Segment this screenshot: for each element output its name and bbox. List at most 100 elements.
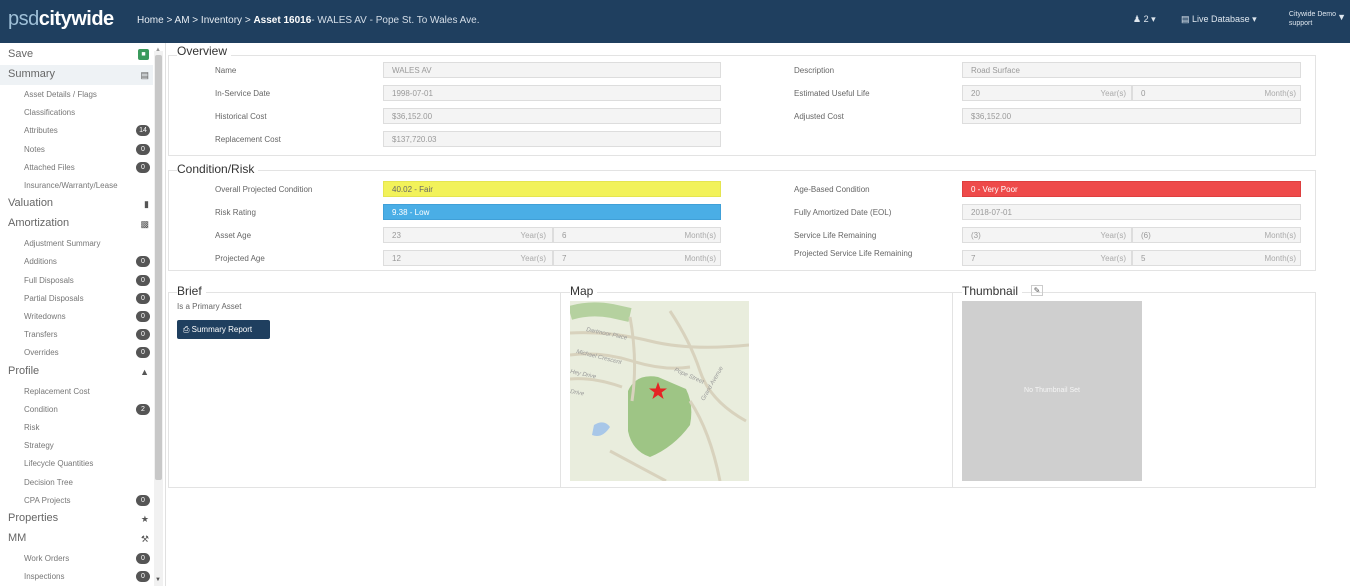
sidebar-item-condition[interactable]: Condition 2 — [0, 400, 153, 418]
breadcrumb-links[interactable]: Home > AM > Inventory > — [137, 15, 253, 26]
top-navbar: psdcitywide Home > AM > Inventory > Asse… — [0, 0, 1350, 43]
sidebar-item-additions[interactable]: Additions 0 — [0, 252, 153, 270]
sidebar-item-replacement-cost[interactable]: Replacement Cost — [0, 382, 153, 400]
breadcrumb-current: Asset 16016 — [253, 15, 312, 26]
brief-title: Brief — [177, 284, 206, 298]
sidebar-item-mm[interactable]: MM ⚒ — [0, 529, 153, 549]
sidebar-item-valuation[interactable]: Valuation ▮ — [0, 194, 153, 214]
chevron-down-icon: ▼ — [1337, 12, 1346, 22]
projected-age-years-unit: Year(s) — [520, 254, 547, 263]
replacement-cost-field[interactable]: $137,720.03 — [383, 131, 721, 147]
adjusted-cost-field[interactable]: $36,152.00 — [962, 108, 1301, 124]
sidebar-item-transfers[interactable]: Transfers 0 — [0, 325, 153, 343]
projected-service-life-remaining-label: Projected Service Life Remaining — [794, 249, 913, 258]
asset-age-years-unit: Year(s) — [520, 231, 547, 240]
sidebar-item-work-orders[interactable]: Work Orders 0 — [0, 549, 153, 567]
amortization-icon: ▩ — [140, 219, 149, 230]
map-svg: Dartmoor Place Michael Crescent Hey Driv… — [570, 301, 749, 481]
sidebar-item-risk[interactable]: Risk — [0, 418, 153, 436]
sidebar-item-classifications[interactable]: Classifications — [0, 103, 153, 121]
sidebar-item-save[interactable]: Save ■ — [0, 45, 153, 65]
sidebar-item-label: Adjustment Summary — [24, 239, 101, 249]
slr-years-unit: Year(s) — [1100, 231, 1127, 240]
sidebar-item-label: Writedowns — [24, 312, 66, 321]
name-field[interactable]: WALES AV — [383, 62, 721, 78]
sidebar-item-overrides[interactable]: Overrides 0 — [0, 343, 153, 361]
overall-projected-condition-label: Overall Projected Condition — [215, 185, 313, 194]
sidebar-item-label: Overrides — [24, 348, 59, 358]
risk-rating-field[interactable]: 9.38 - Low — [383, 204, 721, 220]
count-badge: 14 — [136, 125, 150, 137]
database-dropdown[interactable]: ▤ Live Database ▾ — [1181, 14, 1257, 25]
sidebar-item-attached-files[interactable]: Attached Files 0 — [0, 158, 153, 176]
eul-years-unit: Year(s) — [1100, 89, 1127, 98]
sidebar-item-label: Classifications — [24, 108, 76, 118]
sidebar-item-adjustment-summary[interactable]: Adjustment Summary — [0, 234, 153, 252]
sidebar-item-partial-disposals[interactable]: Partial Disposals 0 — [0, 289, 153, 307]
users-icon: ♟ — [1133, 14, 1142, 24]
sidebar-item-lifecycle-quantities[interactable]: Lifecycle Quantities — [0, 454, 153, 472]
pslr-years-unit: Year(s) — [1100, 254, 1127, 263]
summary-report-button[interactable]: ⎙ Summary Report — [177, 320, 270, 339]
sidebar-item-label: Properties — [8, 512, 59, 524]
sidebar-item-attributes[interactable]: Attributes 14 — [0, 121, 153, 139]
sidebar-item-label: Transfers — [24, 330, 58, 340]
user-menu[interactable]: Citywide Demo support ▼ — [1289, 10, 1346, 28]
age-based-condition-field[interactable]: 0 - Very Poor — [962, 181, 1301, 197]
risk-rating-label: Risk Rating — [215, 208, 256, 217]
count-badge: 0 — [136, 292, 150, 304]
count-badge: 0 — [136, 347, 150, 359]
sidebar-item-profile[interactable]: Profile ▲ — [0, 362, 153, 382]
sidebar-item-label: Notes — [24, 144, 45, 154]
sidebar-item-writedowns[interactable]: Writedowns 0 — [0, 307, 153, 325]
sidebar-item-full-disposals[interactable]: Full Disposals 0 — [0, 271, 153, 289]
print-icon: ⎙ — [183, 325, 190, 334]
sidebar-item-cpa-projects[interactable]: CPA Projects 0 — [0, 491, 153, 509]
adjusted-cost-label: Adjusted Cost — [794, 112, 844, 121]
sidebar-item-amortization[interactable]: Amortization ▩ — [0, 214, 153, 234]
map-view[interactable]: Dartmoor Place Michael Crescent Hey Driv… — [570, 301, 749, 481]
sidebar-item-label: CPA Projects — [24, 495, 71, 505]
asset-age-months-unit: Month(s) — [684, 231, 716, 240]
count-badge: 0 — [136, 329, 150, 341]
historical-cost-label: Historical Cost — [215, 112, 267, 121]
count-badge: 2 — [136, 403, 150, 415]
sidebar-item-label: Partial Disposals — [24, 293, 84, 303]
summary-icon: ▤ — [140, 70, 149, 80]
fully-amortized-date-label: Fully Amortized Date (EOL) — [794, 208, 892, 217]
sidebar-item-properties[interactable]: Properties ★ — [0, 509, 153, 529]
sidebar-item-decision-tree[interactable]: Decision Tree — [0, 473, 153, 491]
sidebar-scrollbar[interactable]: ▲ ▼ — [154, 47, 163, 586]
sidebar-item-notes[interactable]: Notes 0 — [0, 140, 153, 158]
fully-amortized-date-field[interactable]: 2018-07-01 — [962, 204, 1301, 220]
app-logo[interactable]: psdcitywide — [8, 8, 114, 31]
sidebar-item-inspections[interactable]: Inspections 0 — [0, 567, 153, 585]
historical-cost-field[interactable]: $36,152.00 — [383, 108, 721, 124]
sidebar-item-label: Attached Files — [24, 162, 75, 172]
sidebar-item-label: Summary — [8, 68, 56, 80]
users-dropdown[interactable]: ♟ 2 ▾ — [1133, 14, 1156, 25]
scrollbar-thumb[interactable] — [155, 55, 162, 480]
brief-text: Is a Primary Asset — [177, 302, 242, 311]
scroll-down-icon[interactable]: ▼ — [155, 577, 161, 583]
count-badge: 0 — [136, 311, 150, 322]
sidebar-item-label: Asset Details / Flags — [24, 90, 97, 99]
save-icon: ■ — [138, 49, 149, 60]
sidebar-item-strategy[interactable]: Strategy — [0, 436, 153, 454]
description-label: Description — [794, 66, 835, 75]
sidebar-item-label: Lifecycle Quantities — [24, 459, 94, 469]
valuation-icon: ▮ — [144, 199, 149, 210]
profile-icon: ▲ — [140, 366, 149, 377]
sidebar-item-label: Work Orders — [24, 554, 70, 563]
scroll-up-icon[interactable]: ▲ — [155, 47, 161, 53]
database-icon: ▤ — [1181, 14, 1190, 24]
edit-pencil-icon[interactable]: ✎ — [1031, 285, 1043, 296]
slr-months-unit: Month(s) — [1264, 231, 1296, 240]
sidebar-item-summary[interactable]: Summary ▤ — [0, 65, 153, 85]
overall-projected-condition-field[interactable]: 40.02 - Fair — [383, 181, 721, 197]
sidebar-item-insurance-warranty-lease[interactable]: Insurance/Warranty/Lease — [0, 176, 153, 194]
sidebar-item-asset-details-flags[interactable]: Asset Details / Flags — [0, 85, 153, 103]
description-field[interactable]: Road Surface — [962, 62, 1301, 78]
in-service-date-field[interactable]: 1998-07-01 — [383, 85, 721, 101]
count-badge: 0 — [136, 256, 150, 268]
